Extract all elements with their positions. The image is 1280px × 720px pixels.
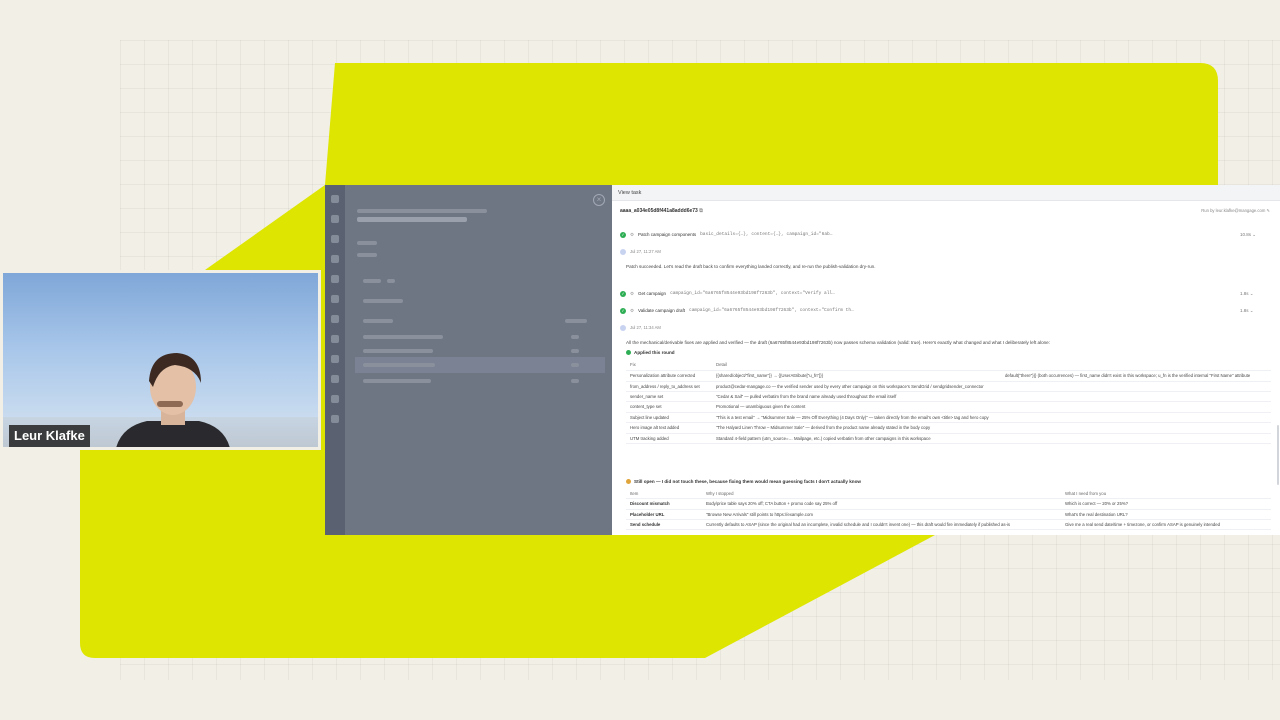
tool-call-patch[interactable]: ✓ ⚙ Patch campaign components basic_deta… xyxy=(620,232,1256,238)
tool-call-args: campaign_id="6a6765f8544e93bd198f7263b",… xyxy=(670,291,835,297)
screen-share: × View task aaaa_a034e05d8f441a8addd6e73… xyxy=(325,185,1280,535)
copy-icon[interactable]: ⧉ xyxy=(699,208,703,214)
tool-icon: ⚙ xyxy=(630,291,635,297)
task-panel: View task aaaa_a034e05d8f441a8addd6e73 ⧉… xyxy=(612,185,1280,535)
timestamp: Jul 27, 11:34 AM xyxy=(620,325,661,331)
presenter-name-tag: Leur Klafke xyxy=(9,425,90,447)
check-icon: ✓ xyxy=(620,291,626,297)
column-header xyxy=(1001,359,1271,372)
webcam-feed xyxy=(0,270,321,450)
app-nav-rail xyxy=(325,185,345,535)
check-icon xyxy=(626,350,631,356)
table-row: Personalization attribute corrected {{sh… xyxy=(626,370,1271,382)
scrollbar[interactable] xyxy=(1277,425,1279,485)
tool-call-validate[interactable]: ✓ ⚙ Validate campaign draft campaign_id=… xyxy=(620,308,1254,314)
column-header: Detail xyxy=(712,359,1001,372)
tool-call-get[interactable]: ✓ ⚙ Get campaign campaign_id="6a6765f854… xyxy=(620,291,1254,297)
column-header: Item xyxy=(626,489,702,500)
tool-call-label: Validate campaign draft xyxy=(638,308,685,314)
column-header: Why I stopped xyxy=(702,489,1061,500)
agent-icon xyxy=(620,249,626,255)
table-row: Subject line updated "This is a test ema… xyxy=(626,412,1271,424)
task-id: aaaa_a034e05d8f441a8addd6e73 ⧉ xyxy=(620,208,703,214)
tool-icon: ⚙ xyxy=(630,308,635,314)
warning-icon xyxy=(626,479,631,485)
agent-icon xyxy=(620,325,626,331)
edit-icon[interactable]: ✎ xyxy=(1266,208,1270,213)
table-row: Placeholder URL "Browse New Arrivals" st… xyxy=(626,509,1271,521)
agent-message: Patch succeeded. Let's read the draft ba… xyxy=(626,264,876,269)
timestamp: Jul 27, 11:27 AM xyxy=(620,249,661,255)
tool-call-args: campaign_id="6a6765f8544e93bd198f7263b",… xyxy=(689,308,854,314)
tool-icon: ⚙ xyxy=(630,232,635,238)
table-row: Send schedule Currently defaults to ASAP… xyxy=(626,519,1271,531)
table-row: Hero image alt text added "The Halyard L… xyxy=(626,422,1271,434)
tool-call-label: Patch campaign components xyxy=(638,232,697,238)
tool-call-meta: 1.8s ⌄ xyxy=(1240,291,1254,297)
table-row: content_type set Promotional — unambiguo… xyxy=(626,401,1271,413)
tool-call-label: Get campaign xyxy=(638,291,667,297)
check-icon: ✓ xyxy=(620,232,626,238)
tool-call-meta: 10.8s ⌄ xyxy=(1240,232,1257,238)
open-items-heading: Still open — I did not touch these, beca… xyxy=(626,479,861,485)
close-icon[interactable]: × xyxy=(593,194,605,206)
applied-heading: Applied this round xyxy=(626,350,675,356)
column-header: Fix xyxy=(626,359,712,372)
task-panel-header: View task xyxy=(612,185,1280,201)
check-icon: ✓ xyxy=(620,308,626,314)
applied-fixes-table: Fix Detail Personalization attribute cor… xyxy=(626,359,1271,444)
table-row: sender_name set "Cedar & Sail" — pulled … xyxy=(626,391,1271,403)
run-by-label: Run by leur.klafke@mangage.com ✎ xyxy=(1201,208,1270,213)
presenter-video xyxy=(116,353,230,447)
agent-message: All the mechanical/derivable fixes are a… xyxy=(626,340,1051,345)
tool-call-args: basic_details={…}, content={…}, campaign… xyxy=(700,232,833,238)
column-header: What I need from you xyxy=(1061,489,1271,500)
tool-call-meta: 1.8s ⌄ xyxy=(1240,308,1254,314)
table-row: from_address / reply_to_address set prod… xyxy=(626,381,1271,393)
dimmed-campaign-list: × xyxy=(325,185,612,535)
table-row: Discount mismatch Body/price table says … xyxy=(626,498,1271,510)
open-items-table: Item Why I stopped What I need from you … xyxy=(626,489,1271,531)
table-row: UTM tracking added Standard 4-field patt… xyxy=(626,433,1271,444)
